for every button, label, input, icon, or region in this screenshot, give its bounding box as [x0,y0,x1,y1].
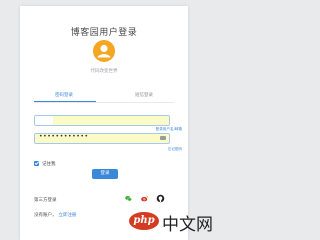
username-input[interactable] [34,115,170,126]
github-icon [156,194,165,203]
weibo-login-button[interactable] [140,194,149,203]
remember-me-label: 记住我 [42,161,56,167]
watermark: php 中文网 [128,210,213,240]
signup-prompt: 没有账户， [34,213,57,218]
username-hint-link[interactable]: 登录用户名/邮箱 [156,127,182,132]
watermark-text: 中文网 [162,215,213,235]
php-logo: php [129,212,159,230]
password-value: •••••••••••• [39,133,89,140]
tab-divider [34,102,174,103]
wechat-icon [124,194,133,203]
login-card: 博客园用户登录 代码改变世界 密码登录 短信登录 登录用户名/邮箱 ••••••… [20,6,188,240]
eye-icon[interactable] [160,136,166,140]
signup-link[interactable]: 立即注册 [59,213,77,218]
github-login-button[interactable] [156,194,165,203]
tab-password-login[interactable]: 密码登录 [42,92,86,98]
user-icon [97,44,111,58]
check-icon[interactable] [34,161,39,166]
third-party-label: 第三方登录 [34,198,57,203]
wechat-login-button[interactable] [124,194,133,203]
slogan: 代码改变世界 [90,69,118,74]
tab-sms-login[interactable]: 短信登录 [122,92,166,98]
username-prefix [35,116,53,125]
login-button[interactable]: 登录 [92,169,118,179]
password-input[interactable]: •••••••••••• [34,133,170,144]
avatar [93,40,115,62]
forgot-password-link[interactable]: 忘记密码 [168,147,182,152]
page-title: 博客园用户登录 [70,28,138,38]
signup-row: 没有账户， 立即注册 [34,212,77,218]
weibo-icon [141,195,149,202]
username-autofill-highlight [53,116,169,125]
remember-me-checkbox[interactable]: 记住我 [34,160,56,167]
